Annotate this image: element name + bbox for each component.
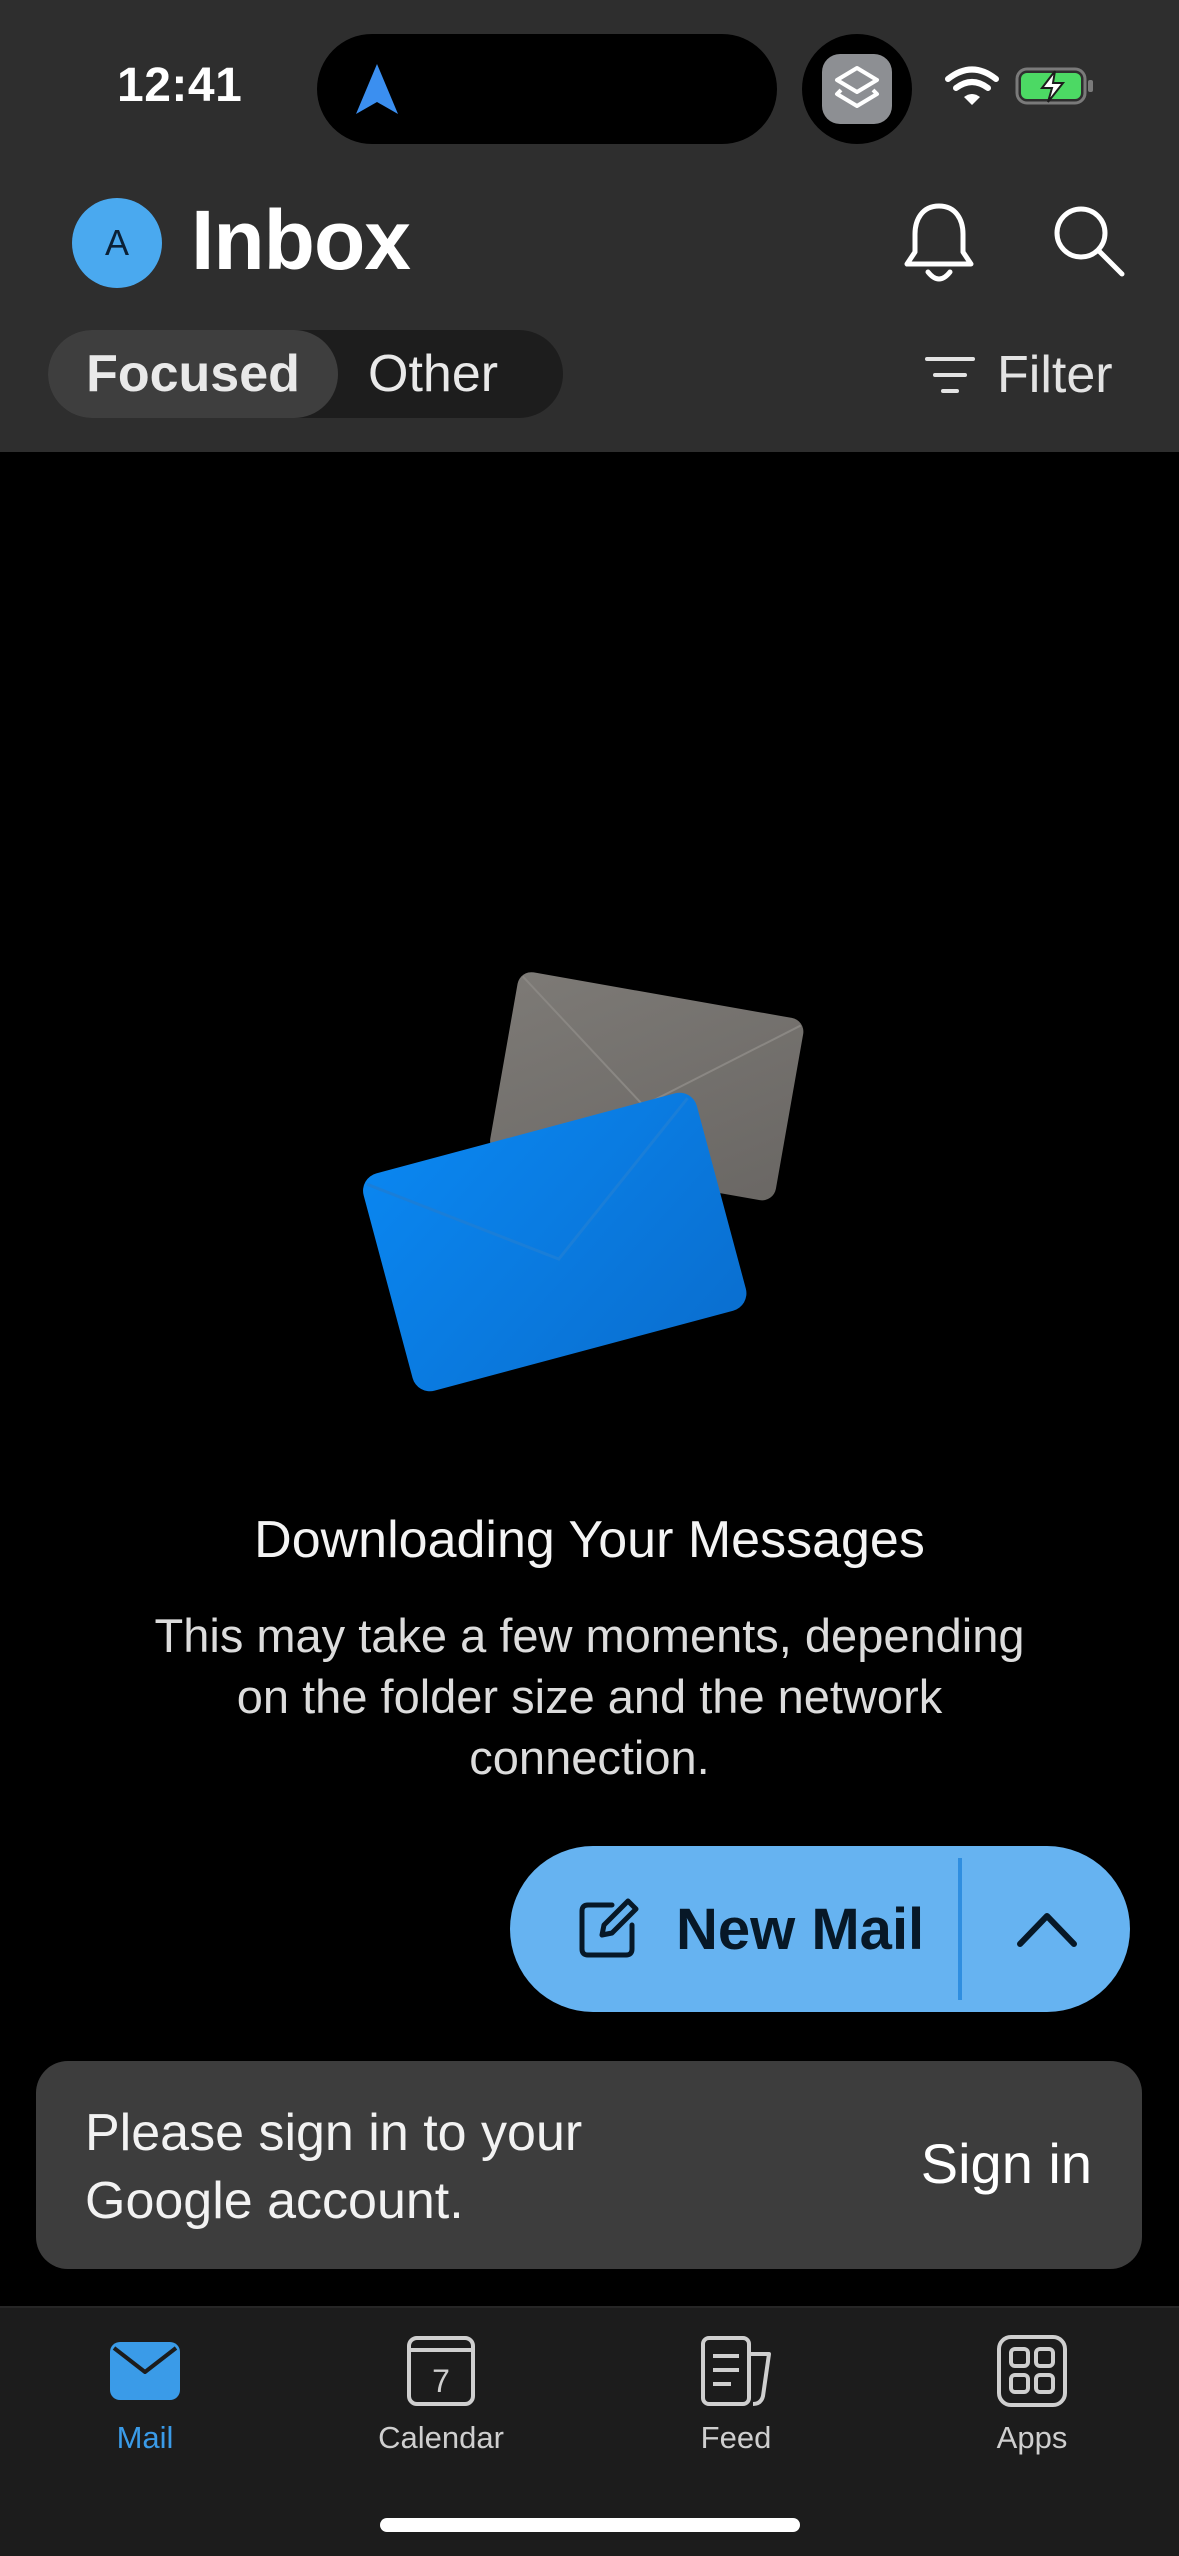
home-indicator[interactable] <box>380 2518 800 2532</box>
new-mail-button[interactable]: New Mail <box>510 1846 958 2012</box>
sign-in-button[interactable]: Sign in <box>921 2131 1092 2196</box>
search-icon[interactable] <box>1050 202 1126 278</box>
button-divider <box>958 1858 962 2000</box>
tab-calendar-label: Calendar <box>378 2420 504 2455</box>
empty-state-heading: Downloading Your Messages <box>254 1511 925 1569</box>
feed-icon <box>701 2336 771 2406</box>
new-mail-label: New Mail <box>676 1896 925 1962</box>
shortcut-indicator <box>802 34 912 144</box>
tab-feed[interactable]: Feed <box>636 2332 836 2456</box>
tab-apps-label: Apps <box>996 2420 1068 2455</box>
tab-other[interactable]: Other <box>368 330 498 418</box>
calendar-day: 7 <box>432 2363 450 2399</box>
chevron-up-icon[interactable] <box>1010 1896 1084 1962</box>
new-mail-button-group: New Mail <box>510 1846 1130 2012</box>
compose-icon <box>579 1898 639 1958</box>
sign-in-message: Please sign in to your Google account. <box>85 2104 583 2230</box>
inbox-segmented-control: Focused Other <box>48 330 563 418</box>
account-avatar[interactable]: A <box>72 198 162 288</box>
app-header: 12:41 A Inbox Focused Other Filter <box>0 0 1179 452</box>
status-time: 12:41 <box>117 59 243 112</box>
shortcuts-icon <box>822 54 892 124</box>
filter-label: Filter <box>997 346 1113 404</box>
wifi-icon <box>945 66 999 105</box>
calendar-icon: 7 <box>407 2336 475 2406</box>
tab-calendar[interactable]: 7 Calendar <box>341 2332 541 2456</box>
empty-state-message: This may take a few moments, depending o… <box>154 1609 1025 1784</box>
tab-mail[interactable]: Mail <box>45 2332 245 2456</box>
mail-icon <box>110 2342 180 2400</box>
page-title: Inbox <box>191 193 411 287</box>
bell-icon[interactable] <box>900 200 978 286</box>
envelopes-illustration <box>363 972 804 1392</box>
tab-focused[interactable]: Focused <box>48 330 338 418</box>
filter-button[interactable]: Filter <box>925 340 1113 410</box>
filter-icon <box>925 357 975 393</box>
tab-apps[interactable]: Apps <box>932 2332 1132 2456</box>
sign-in-banner: Please sign in to your Google account. S… <box>36 2061 1142 2269</box>
navigation-arrow-icon <box>356 64 398 114</box>
battery-charging-icon <box>1015 67 1093 105</box>
dynamic-island <box>317 34 777 144</box>
apps-icon <box>997 2335 1067 2407</box>
tab-mail-label: Mail <box>116 2420 174 2455</box>
tab-feed-label: Feed <box>700 2420 772 2455</box>
